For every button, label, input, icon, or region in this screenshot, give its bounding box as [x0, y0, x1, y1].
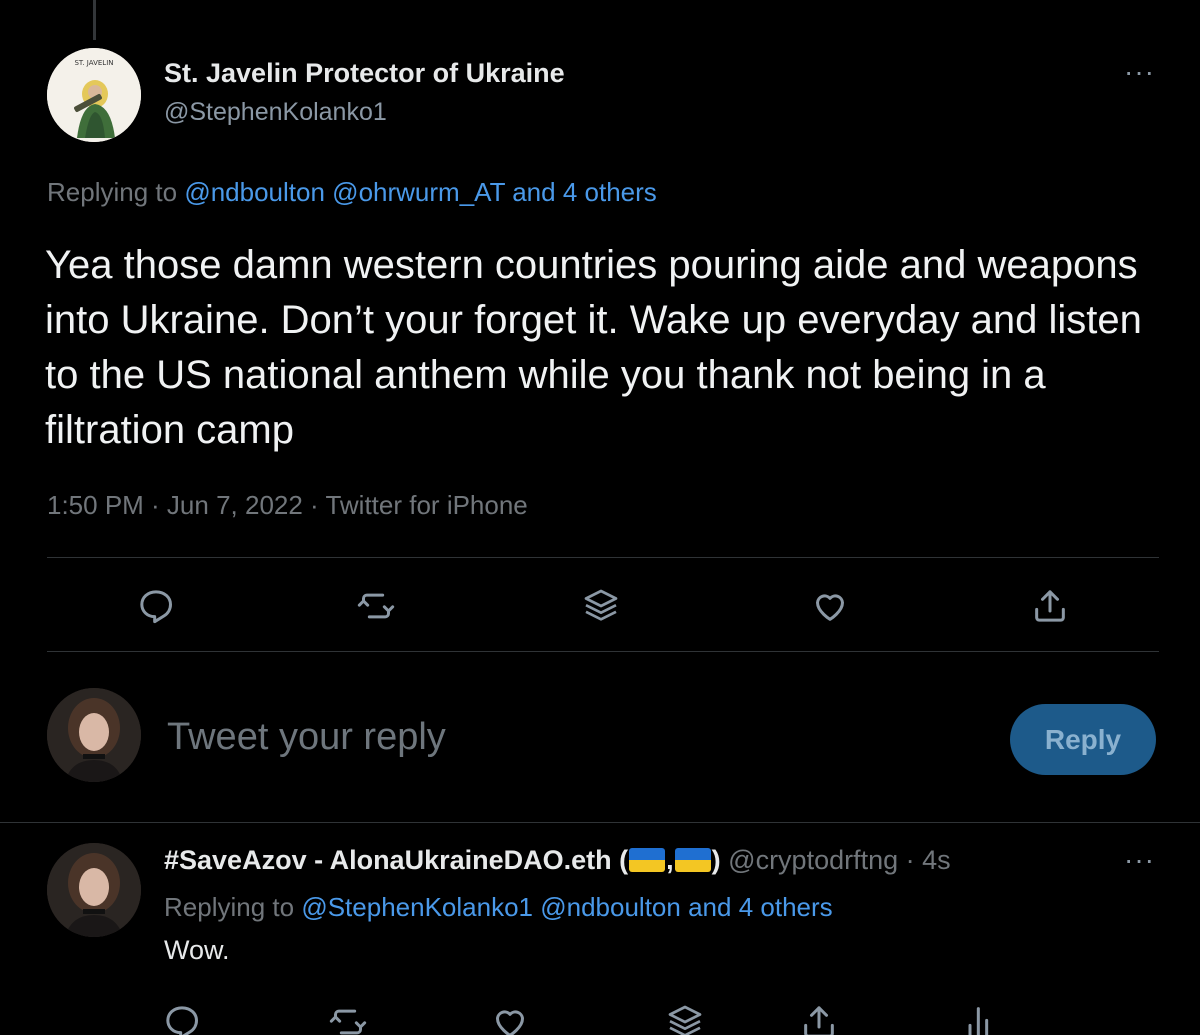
- reply-icon[interactable]: [160, 1000, 204, 1035]
- ukraine-flag-icon: [674, 848, 711, 872]
- reply-button[interactable]: Reply: [1010, 704, 1156, 775]
- stack-icon[interactable]: [663, 1000, 707, 1035]
- reply-header: #SaveAzov - AlonaUkraineDAO.eth (,) @cry…: [164, 845, 951, 876]
- replying-prefix: Replying to: [47, 177, 185, 207]
- current-user-avatar[interactable]: [47, 688, 141, 782]
- more-options-icon[interactable]: ···: [1124, 58, 1155, 86]
- reply-author-name[interactable]: #SaveAzov - AlonaUkraineDAO.eth (,): [164, 845, 721, 875]
- mention-link[interactable]: @ohrwurm_AT: [332, 177, 505, 207]
- replying-to-line: Replying to @ndboulton @ohrwurm_AT and 4…: [47, 177, 657, 208]
- author-avatar[interactable]: ST. JAVELIN: [47, 48, 141, 142]
- analytics-icon[interactable]: [958, 1000, 1002, 1035]
- replying-prefix: Replying to: [164, 892, 302, 922]
- share-icon[interactable]: [1028, 584, 1072, 628]
- thread-connector-line: [93, 0, 96, 40]
- reply-name-suffix: ): [711, 845, 721, 875]
- reply-input[interactable]: [167, 716, 967, 759]
- svg-text:ST. JAVELIN: ST. JAVELIN: [74, 59, 113, 67]
- like-icon[interactable]: [808, 584, 852, 628]
- divider: [47, 557, 1159, 558]
- mention-link[interactable]: @StephenKolanko1: [301, 892, 533, 922]
- reply-replying-to-line: Replying to @StephenKolanko1 @ndboulton …: [164, 892, 833, 923]
- reply-author-avatar[interactable]: [47, 843, 141, 937]
- reply-icon[interactable]: [134, 584, 178, 628]
- like-icon[interactable]: [488, 1000, 532, 1035]
- author-name[interactable]: St. Javelin Protector of Ukraine: [164, 58, 565, 89]
- more-options-icon[interactable]: ···: [1124, 846, 1155, 874]
- author-handle[interactable]: @StephenKolanko1: [164, 98, 387, 127]
- user-photo-icon: [47, 688, 141, 782]
- saint-javelin-icon: ST. JAVELIN: [47, 48, 141, 142]
- mention-link[interactable]: @ndboulton: [184, 177, 325, 207]
- share-icon[interactable]: [797, 1000, 841, 1035]
- reply-handle-time[interactable]: @cryptodrftng · 4s: [728, 845, 951, 875]
- ukraine-flag-icon: [629, 848, 666, 872]
- retweet-icon[interactable]: [326, 1000, 370, 1035]
- tweet-timestamp[interactable]: 1:50 PM · Jun 7, 2022 · Twitter for iPho…: [47, 490, 528, 521]
- reply-text: Wow.: [164, 935, 230, 965]
- stack-icon[interactable]: [579, 584, 623, 628]
- divider: [0, 822, 1200, 823]
- mention-link[interactable]: @ndboulton: [540, 892, 681, 922]
- others-link[interactable]: and 4 others: [512, 177, 657, 207]
- tweet-text: Yea those damn western countries pouring…: [45, 243, 1142, 452]
- others-link[interactable]: and 4 others: [688, 892, 833, 922]
- divider: [47, 651, 1159, 652]
- retweet-icon[interactable]: [354, 584, 398, 628]
- user-photo-icon: [47, 843, 141, 937]
- reply-name-separator: ,: [666, 845, 674, 875]
- reply-name-prefix: #SaveAzov - AlonaUkraineDAO.eth (: [164, 845, 629, 875]
